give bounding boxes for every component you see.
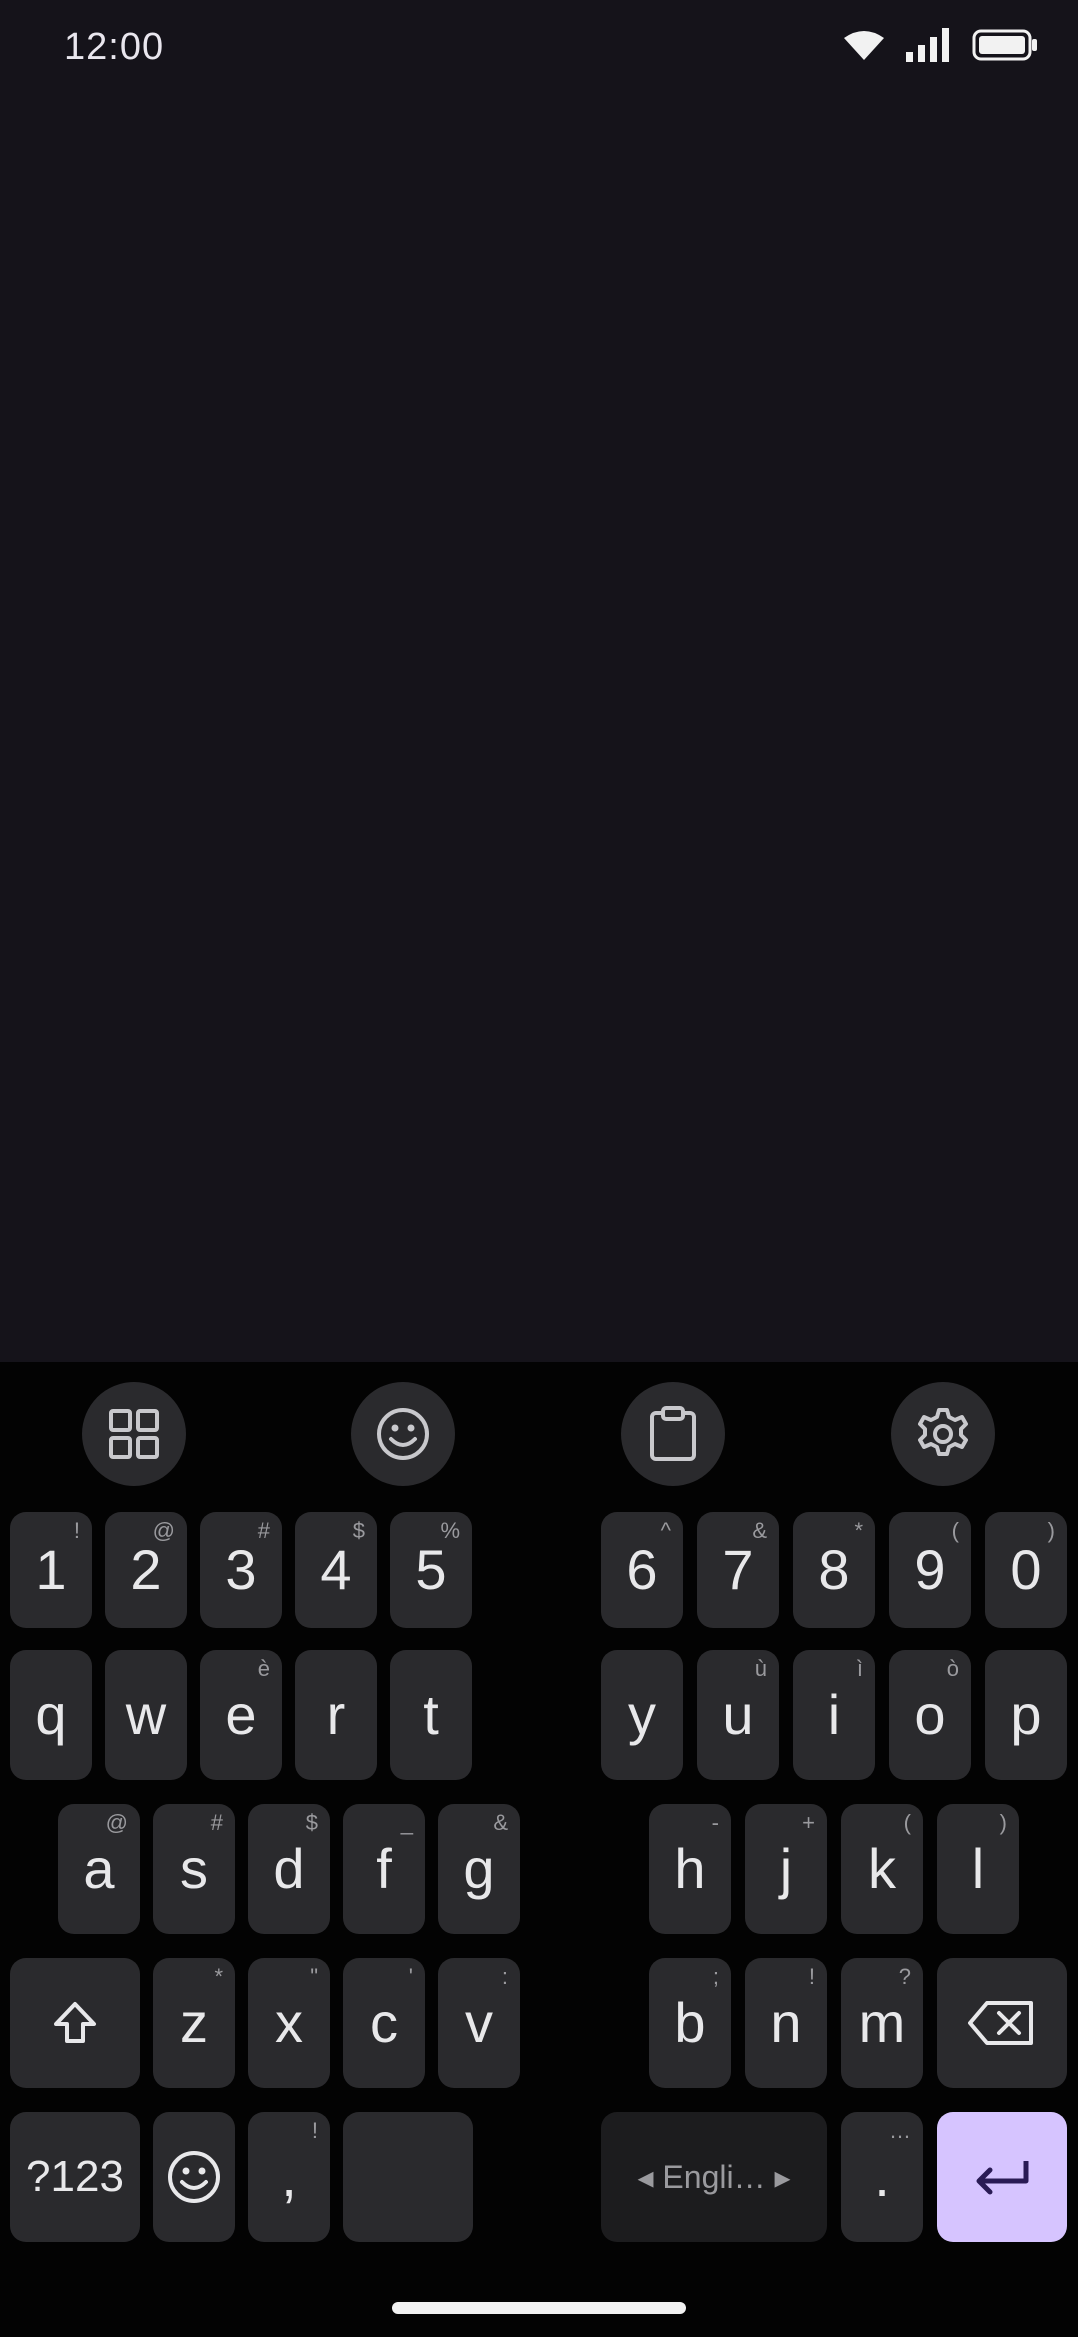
cellular-signal-icon [906, 28, 949, 62]
key-f[interactable]: _ f [343, 1804, 425, 1934]
key-1[interactable]: ! 1 [10, 1512, 92, 1628]
status-bar: 12:00 [0, 0, 1078, 100]
backspace-icon [968, 2001, 1033, 2045]
settings-icon [918, 1408, 968, 1456]
enter-icon [976, 2161, 1029, 2195]
key-b[interactable]: ; b [649, 1958, 731, 2088]
key-o[interactable]: òo [889, 1650, 971, 1780]
key-z[interactable]: * z [153, 1958, 235, 2088]
shift-key[interactable] [10, 1958, 140, 2088]
space-key-left[interactable] [343, 2112, 473, 2242]
key-x[interactable]: " x [248, 1958, 330, 2088]
emoji-key[interactable] [153, 2112, 235, 2242]
key-4[interactable]: $4 [295, 1512, 377, 1628]
key-y[interactable]: y [601, 1650, 683, 1780]
keyboard: ! 1 @2 #3 $4 % 5 ^ 6 & 7 * 8 (9 ) 0 q w èe r t… [0, 1362, 1078, 2337]
key-e[interactable]: èe [200, 1650, 282, 1780]
home-indicator[interactable] [392, 2302, 686, 2314]
wifi-icon [844, 31, 884, 60]
key-2[interactable]: @2 [105, 1512, 187, 1628]
key-c[interactable]: ' c [343, 1958, 425, 2088]
settings-button[interactable] [891, 1382, 995, 1486]
status-time: 12:00 [64, 26, 165, 68]
enter-key[interactable] [937, 2112, 1067, 2242]
key-i[interactable]: ìi [793, 1650, 875, 1780]
key-t[interactable]: t [390, 1650, 472, 1780]
key-7[interactable]: & 7 [697, 1512, 779, 1628]
apps-grid-button[interactable] [82, 1382, 186, 1486]
key-9[interactable]: (9 [889, 1512, 971, 1628]
apps-grid-icon [109, 1409, 159, 1459]
battery-icon [972, 29, 1037, 61]
key-n[interactable]: ! n [745, 1958, 827, 2088]
status-icons [844, 28, 1038, 62]
key-h[interactable]: -h [649, 1804, 731, 1934]
app-content-area [0, 100, 1078, 1362]
clipboard-button[interactable] [621, 1382, 725, 1486]
screen: 12:00 ! 1 @ 2 # 3 $ 4 % 5 ^ 6 & 7 * 8 (… [0, 0, 1078, 2337]
key-8[interactable]: * 8 [793, 1512, 875, 1628]
key-l[interactable]: ) l [937, 1804, 1019, 1934]
backspace-key[interactable] [937, 1958, 1067, 2088]
key-0[interactable]: ) 0 [985, 1512, 1067, 1628]
emoji-icon [168, 2151, 220, 2203]
key-s[interactable]: # s [153, 1804, 235, 1934]
clipboard-icon [650, 1406, 696, 1461]
key-a[interactable]: @ a [58, 1804, 140, 1934]
key-g[interactable]: & g [438, 1804, 520, 1934]
shift-icon [54, 2002, 96, 2043]
space-key-language[interactable]: ◂ Engli… ▸ [601, 2112, 827, 2242]
key-p[interactable]: p [985, 1650, 1067, 1780]
key-m[interactable]: ? m [841, 1958, 923, 2088]
key-6[interactable]: ^ 6 [601, 1512, 683, 1628]
key-w[interactable]: w [105, 1650, 187, 1780]
key-5[interactable]: % 5 [390, 1512, 472, 1628]
comma-key[interactable]: !, [248, 2112, 330, 2242]
key-u[interactable]: ùu [697, 1650, 779, 1780]
key-d[interactable]: $ d [248, 1804, 330, 1934]
symbols-key[interactable]: ?123 [10, 2112, 140, 2242]
period-key[interactable]: …. [841, 2112, 923, 2242]
key-3[interactable]: #3 [200, 1512, 282, 1628]
emoji-icon [377, 1408, 429, 1460]
emoji-toolbar-button[interactable] [351, 1382, 455, 1486]
key-v[interactable]: :v [438, 1958, 520, 2088]
key-j[interactable]: + j [745, 1804, 827, 1934]
key-k[interactable]: (k [841, 1804, 923, 1934]
key-r[interactable]: r [295, 1650, 377, 1780]
key-q[interactable]: q [10, 1650, 92, 1780]
